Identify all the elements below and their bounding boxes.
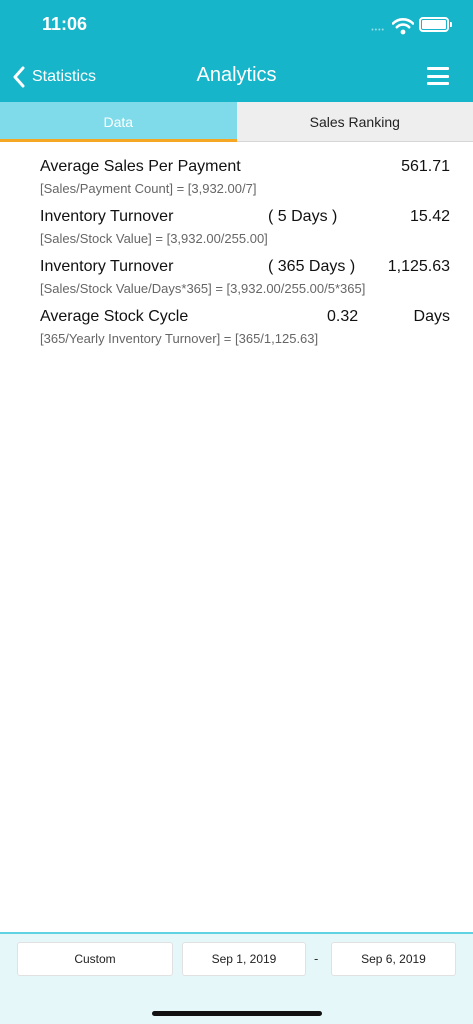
metric-inventory-turnover-5-days: Inventory Turnover ( 5 Days ) 15.42 [Sal…	[40, 208, 450, 258]
tab-bar: Data Sales Ranking	[0, 102, 473, 142]
metric-average-stock-cycle: Average Stock Cycle 0.32 Days [365/Yearl…	[40, 308, 450, 358]
metric-name: Inventory Turnover	[40, 258, 174, 275]
metric-value: 561.71	[401, 158, 450, 175]
metric-inventory-turnover-365-days: Inventory Turnover ( 365 Days ) 1,125.63…	[40, 258, 450, 308]
tab-sales-ranking[interactable]: Sales Ranking	[236, 102, 473, 142]
metric-name: Average Stock Cycle	[40, 308, 189, 325]
chevron-left-icon	[13, 66, 25, 88]
metric-name: Inventory Turnover	[40, 208, 174, 225]
wifi-icon	[392, 18, 414, 35]
battery-icon	[419, 17, 452, 32]
back-label: Statistics	[32, 68, 97, 85]
end-date-button[interactable]: Sep 6, 2019	[331, 942, 456, 976]
metric-value: 0.32	[327, 308, 359, 325]
custom-range-button[interactable]: Custom	[17, 942, 173, 976]
date-range-footer: Custom Sep 1, 2019 - Sep 6, 2019	[0, 932, 473, 1024]
status-time: 11:06	[42, 14, 88, 34]
metric-name: Average Sales Per Payment	[40, 158, 241, 175]
metric-formula: [Sales/Stock Value/Days*365] = [3,932.00…	[40, 281, 366, 296]
back-button[interactable]: Statistics	[12, 62, 96, 92]
metric-period: ( 365 Days )	[268, 258, 356, 275]
hamburger-menu-icon[interactable]	[427, 67, 449, 85]
date-separator: -	[314, 951, 319, 966]
cellular-signal-icon: ••••	[371, 27, 385, 34]
metric-formula: [Sales/Payment Count] = [3,932.00/7]	[40, 181, 257, 196]
metric-value: 1,125.63	[387, 258, 450, 275]
app-header: 11:06 •••• Statistics Analytics	[0, 0, 473, 102]
home-indicator[interactable]	[152, 1011, 322, 1016]
metric-value: 15.42	[409, 208, 450, 225]
metric-unit: Days	[413, 308, 450, 325]
metric-period: ( 5 Days )	[268, 208, 338, 225]
metric-average-sales-per-payment: Average Sales Per Payment 561.71 [Sales/…	[40, 158, 450, 208]
metric-formula: [Sales/Stock Value] = [3,932.00/255.00]	[40, 231, 268, 246]
metrics-list: Average Sales Per Payment 561.71 [Sales/…	[40, 158, 450, 358]
metric-formula: [365/Yearly Inventory Turnover] = [365/1…	[40, 331, 319, 346]
tab-data[interactable]: Data	[0, 102, 237, 142]
start-date-button[interactable]: Sep 1, 2019	[182, 942, 306, 976]
